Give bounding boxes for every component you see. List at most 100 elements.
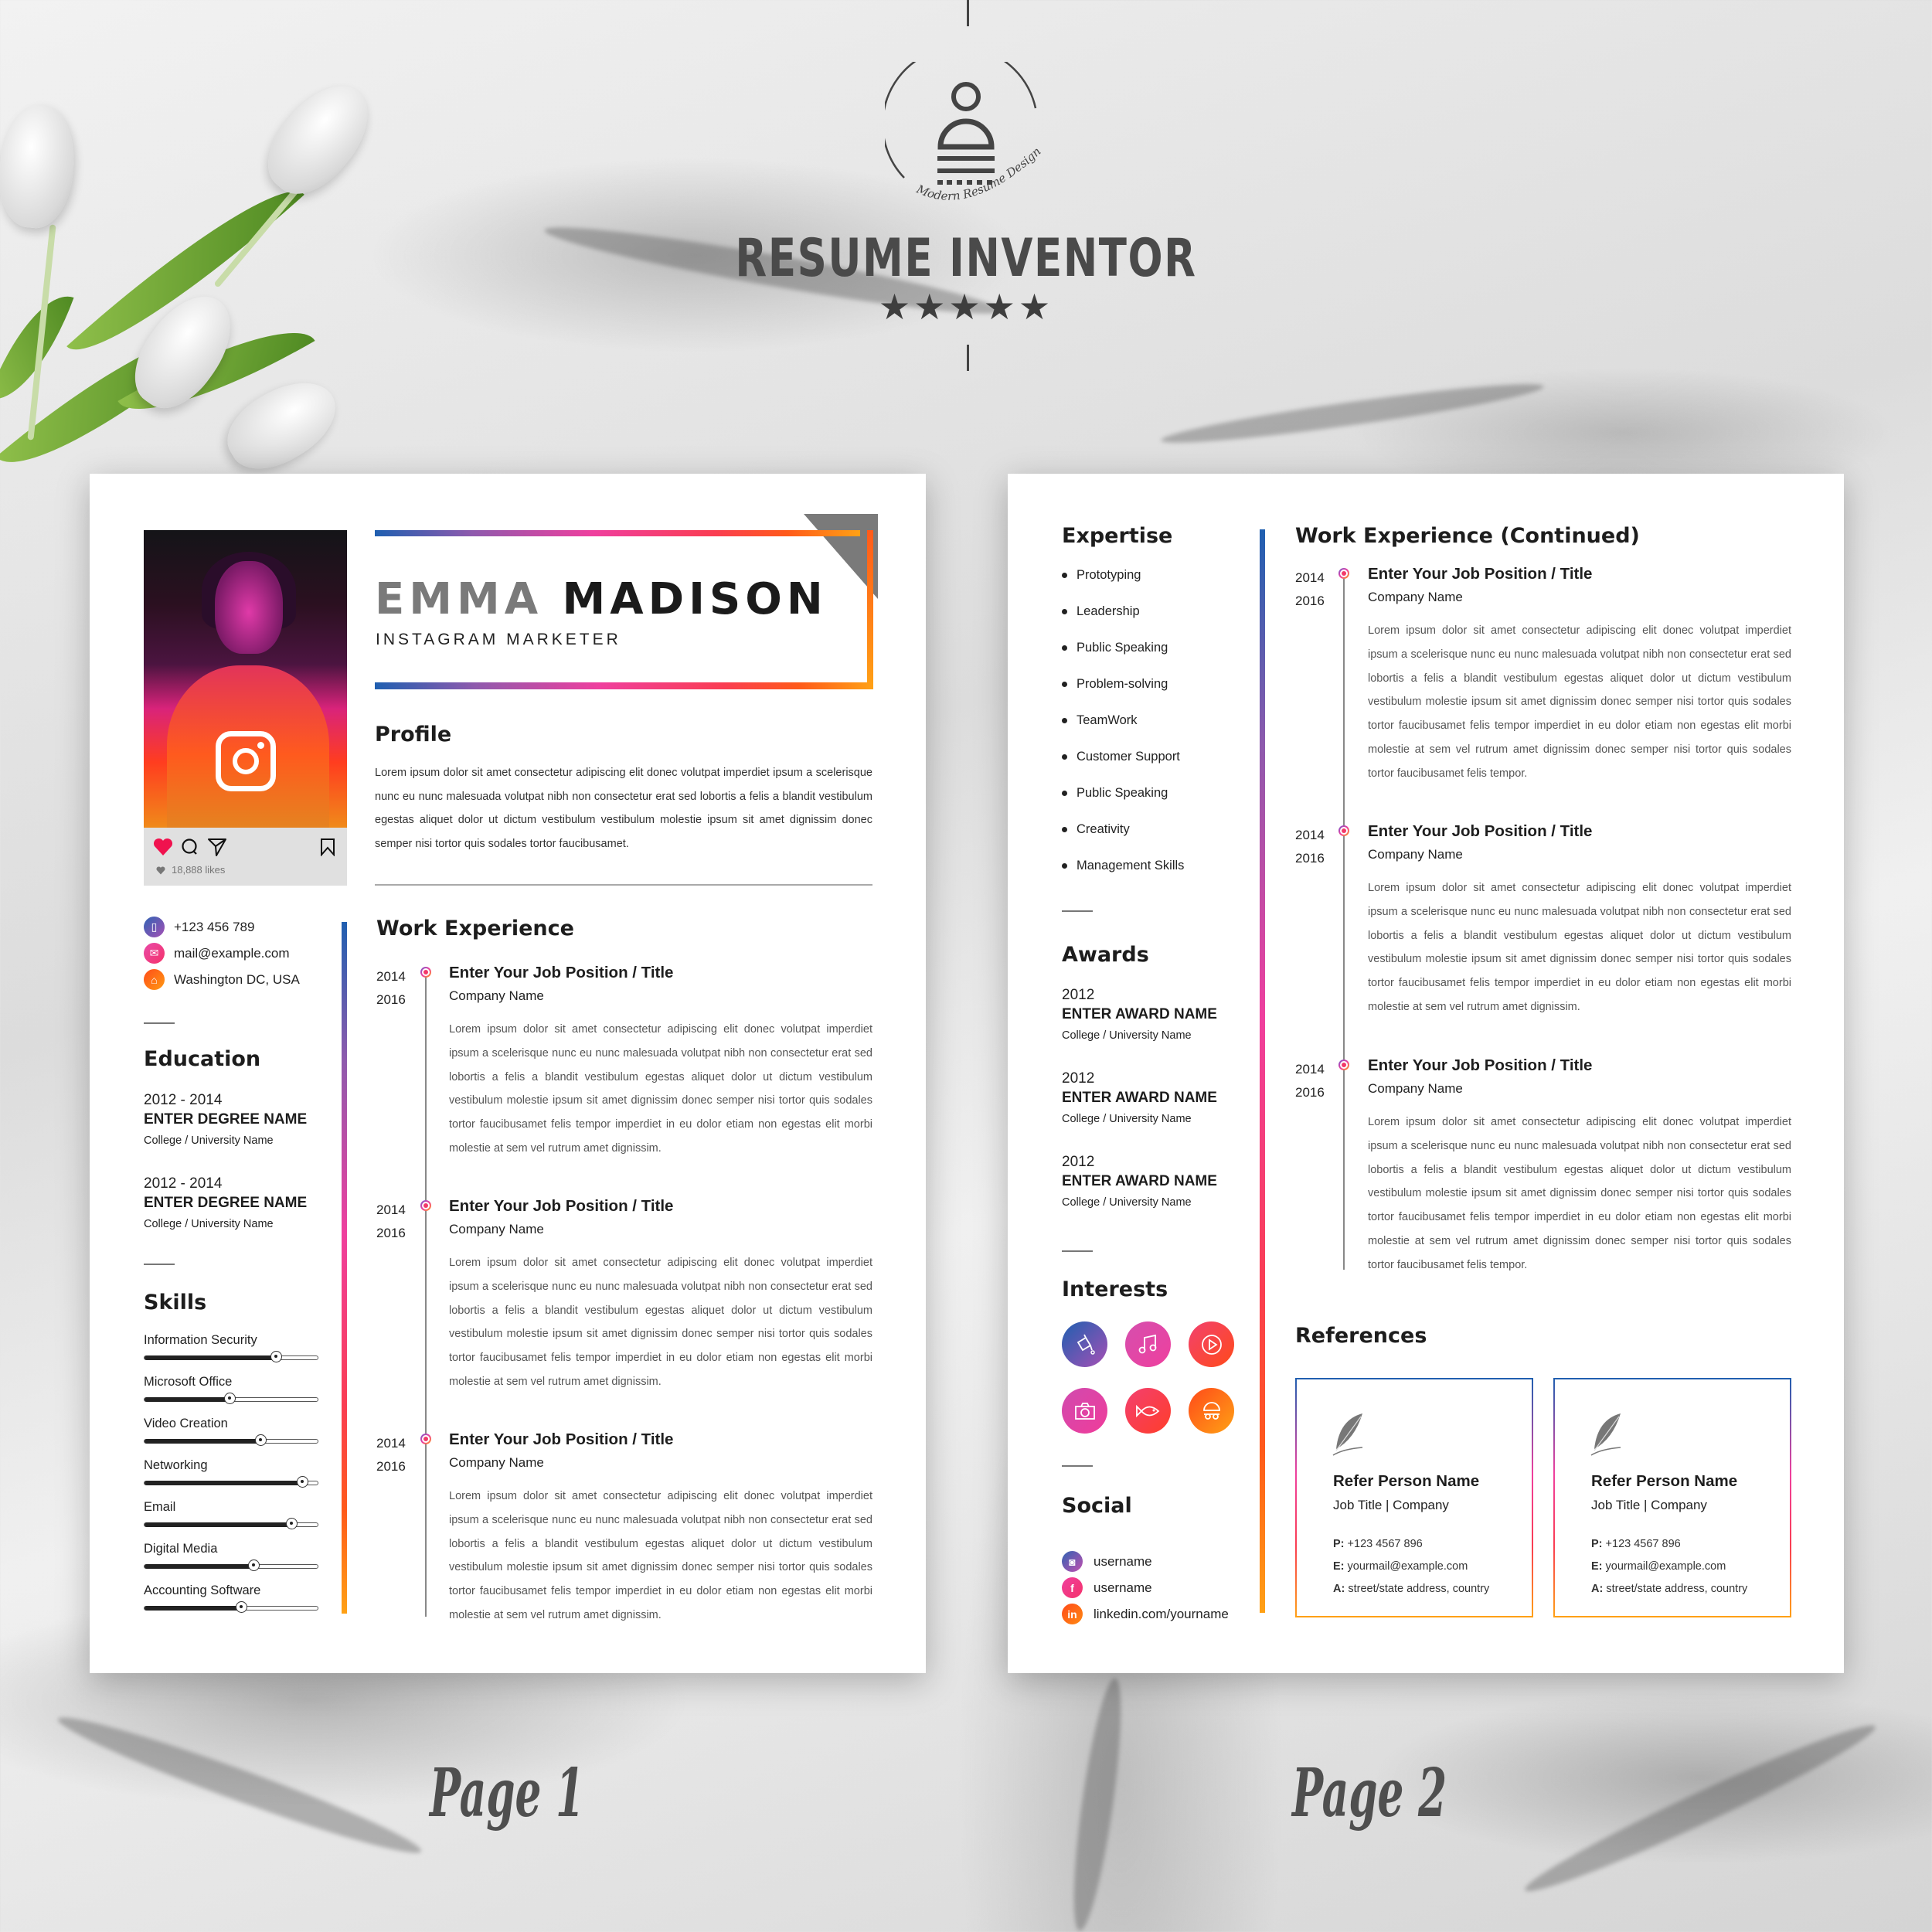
email-label: E:: [1591, 1560, 1603, 1573]
skill-knob[interactable]: [296, 1476, 308, 1488]
job-end-year: 2016: [376, 992, 406, 1007]
swimming-icon: [1189, 1388, 1234, 1434]
expertise-label: Public Speaking: [1077, 641, 1168, 655]
job-title: Enter Your Job Position / Title: [1368, 565, 1593, 583]
contact-phone: ▯ +123 456 789: [144, 917, 254, 937]
instagram-logo-icon: [216, 731, 276, 791]
job-start-year: 2014: [1295, 570, 1325, 585]
name-frame-top: [375, 530, 860, 536]
expertise-item: Problem-solving: [1062, 677, 1168, 692]
skill-slider[interactable]: [144, 1560, 318, 1571]
skill-label: Accounting Software: [144, 1583, 261, 1597]
award-school: College / University Name: [1062, 1029, 1192, 1042]
skill-knob[interactable]: [223, 1393, 236, 1404]
job-end-year: 2016: [1295, 1085, 1325, 1100]
award-year: 2012: [1062, 1154, 1095, 1170]
references-heading: References: [1295, 1324, 1427, 1348]
award-year: 2012: [1062, 1070, 1095, 1087]
resume-page-2: Expertise Prototyping Leadership Public Sp…: [1008, 474, 1844, 1673]
expertise-item: Public Speaking: [1062, 786, 1168, 801]
skill-slider[interactable]: [144, 1393, 318, 1404]
email-value[interactable]: yourmail@example.com: [1348, 1560, 1468, 1573]
last-name: MADISON: [562, 574, 828, 624]
job-start-year: 2014: [376, 1202, 406, 1217]
skill-fill: [145, 1355, 277, 1360]
rating-stars: ★★★★★: [878, 287, 1054, 327]
skill-knob[interactable]: [286, 1518, 298, 1529]
skill-knob[interactable]: [236, 1601, 248, 1613]
comment-icon[interactable]: [181, 838, 199, 856]
music-note-icon: [1125, 1321, 1171, 1367]
expertise-item: Creativity: [1062, 822, 1130, 837]
school-name: College / University Name: [144, 1134, 274, 1147]
degree-name: ENTER DEGREE NAME: [144, 1195, 308, 1211]
education-item: 2012 - 2014 ENTER DEGREE NAME College / …: [144, 1175, 307, 1230]
quill-icon: [1332, 1413, 1363, 1456]
expertise-item: Leadership: [1062, 604, 1140, 619]
address-value: street/state address, country: [1348, 1583, 1490, 1595]
reference-address: A: street/state address, country: [1591, 1583, 1747, 1595]
job-title: Enter Your Job Position / Title: [1368, 822, 1593, 840]
logo-divider-bottom: [967, 345, 969, 371]
skill-slider[interactable]: [144, 1601, 318, 1613]
job-years: 2014 2016: [376, 1199, 406, 1245]
photo-face: [215, 561, 283, 654]
bookmark-icon[interactable]: [320, 838, 335, 856]
svg-text:Modern Resume Design: Modern Resume Design: [913, 145, 1043, 203]
skill-item: Video Creation: [144, 1417, 318, 1446]
fish-icon: [1125, 1388, 1171, 1434]
phone-label: P:: [1333, 1538, 1345, 1550]
timeline-dot-icon: [1338, 568, 1349, 579]
email-text[interactable]: mail@example.com: [174, 946, 290, 961]
profile-text: Lorem ipsum dolor sit amet consectetur a…: [375, 767, 872, 850]
phone-label: P:: [1591, 1538, 1603, 1550]
page-2-label: Page 2: [1292, 1754, 1447, 1832]
expertise-label: TeamWork: [1077, 713, 1138, 727]
company-name: Company Name: [449, 1222, 544, 1236]
skill-slider[interactable]: [144, 1434, 318, 1446]
social-linkedin[interactable]: in linkedin.com/yourname: [1062, 1604, 1229, 1624]
skill-knob[interactable]: [255, 1434, 267, 1446]
award-name: ENTER AWARD NAME: [1062, 1090, 1217, 1106]
award-item: 2012 ENTER AWARD NAME College / Universi…: [1062, 987, 1217, 1042]
phone-icon: ▯: [144, 917, 165, 937]
page-1-label: Page 1: [430, 1754, 585, 1832]
heart-icon[interactable]: [153, 838, 173, 856]
skill-knob[interactable]: [270, 1351, 283, 1362]
social-instagram[interactable]: ◙ username: [1062, 1551, 1152, 1572]
section-divider: [144, 1264, 175, 1265]
send-icon[interactable]: [207, 837, 227, 857]
expertise-item: Management Skills: [1062, 859, 1184, 873]
brand-logo: Modern Resume Design: [885, 62, 1043, 203]
profile-heading: Profile: [375, 723, 452, 747]
job-title: Enter Your Job Position / Title: [1368, 1056, 1593, 1074]
skill-slider[interactable]: [144, 1351, 318, 1362]
expertise-label: Prototyping: [1077, 568, 1141, 582]
skill-knob[interactable]: [248, 1560, 260, 1571]
school-name: College / University Name: [144, 1218, 274, 1230]
email-value[interactable]: yourmail@example.com: [1606, 1560, 1726, 1573]
profile-divider: [375, 884, 872, 886]
expertise-label: Problem-solving: [1077, 677, 1168, 691]
address-label: A:: [1591, 1583, 1604, 1595]
social-facebook[interactable]: f username: [1062, 1577, 1152, 1598]
address-label: A:: [1333, 1583, 1345, 1595]
reference-email: E: yourmail@example.com: [1333, 1560, 1468, 1573]
interests-heading: Interests: [1062, 1277, 1168, 1301]
skill-label: Digital Media: [144, 1542, 218, 1556]
candidate-name: EMMA MADISON: [375, 574, 828, 624]
job-end-year: 2016: [376, 1459, 406, 1474]
instagram-icon: ◙: [1062, 1551, 1083, 1572]
skill-slider[interactable]: [144, 1476, 318, 1488]
skill-slider[interactable]: [144, 1518, 318, 1529]
logo-divider-top: [967, 0, 969, 26]
social-text: username: [1094, 1580, 1152, 1595]
job-start-year: 2014: [1295, 828, 1325, 842]
job-title: Enter Your Job Position / Title: [449, 964, 674, 981]
reference-email: E: yourmail@example.com: [1591, 1560, 1726, 1573]
job-description: Lorem ipsum dolor sit amet consectetur a…: [1368, 882, 1791, 1013]
degree-name: ENTER DEGREE NAME: [144, 1111, 308, 1128]
skill-label: Email: [144, 1500, 176, 1514]
skills-heading: Skills: [144, 1291, 207, 1315]
expertise-label: Management Skills: [1077, 859, 1185, 872]
